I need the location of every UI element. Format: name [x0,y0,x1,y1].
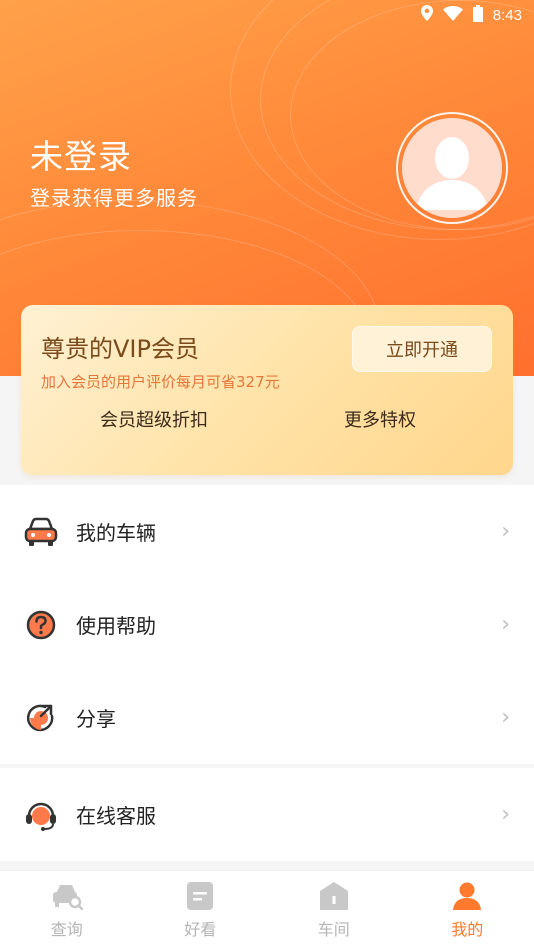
headset-icon [24,798,58,832]
document-icon [184,880,216,912]
vip-open-button[interactable]: 立即开通 [352,326,492,372]
location-icon [420,5,433,25]
vip-perk-discount: 会员超级折扣 [100,410,208,431]
login-subtitle[interactable]: 登录获得更多服务 [30,182,198,211]
tab-label: 车间 [317,920,350,939]
bottom-tab-bar: 查询 好看 车间 我的 [0,870,534,949]
tab-good-looks[interactable]: 好看 [134,871,268,949]
share-icon [24,701,58,735]
car-icon [24,515,58,549]
chevron-right-icon: › [501,612,510,637]
vip-title: 尊贵的VIP会员 [41,335,199,363]
tab-query[interactable]: 查询 [0,871,134,949]
tab-label: 查询 [50,920,83,939]
default-avatar-icon [402,118,502,218]
tab-label: 我的 [451,920,484,939]
tab-label: 好看 [184,920,217,939]
menu-group-main: 我的车辆 › 使用帮助 › 分享 › [0,485,534,764]
person-icon [451,880,483,912]
status-time: 8:43 [492,6,522,24]
vip-description: 加入会员的用户评价每月可省327元 [41,373,280,391]
login-title[interactable]: 未登录 [30,130,132,178]
help-icon [24,608,58,642]
menu-item-my-vehicles[interactable]: 我的车辆 › [0,485,534,578]
menu-item-label: 在线客服 [76,804,156,828]
vip-perk-more: 更多特权 [344,410,416,431]
menu-item-label: 我的车辆 [76,521,156,545]
battery-icon [472,4,483,26]
vip-card[interactable]: 尊贵的VIP会员 加入会员的用户评价每月可省327元 立即开通 会员超级折扣 更… [21,305,513,475]
menu-item-online-support[interactable]: 在线客服 › [0,768,534,861]
menu-group-support: 在线客服 › [0,768,534,861]
wifi-icon [442,5,463,25]
menu-item-label: 分享 [76,707,116,731]
tab-workshop[interactable]: 车间 [267,871,401,949]
status-bar: 8:43 [0,0,534,30]
menu-item-help[interactable]: 使用帮助 › [0,578,534,671]
avatar[interactable] [396,112,508,224]
chevron-right-icon: › [501,802,510,827]
menu-item-share[interactable]: 分享 › [0,671,534,764]
chevron-right-icon: › [501,705,510,730]
garage-icon [318,880,350,912]
chevron-right-icon: › [501,519,510,544]
car-search-icon [51,880,83,912]
tab-mine[interactable]: 我的 [401,871,534,949]
menu-item-label: 使用帮助 [76,614,156,638]
